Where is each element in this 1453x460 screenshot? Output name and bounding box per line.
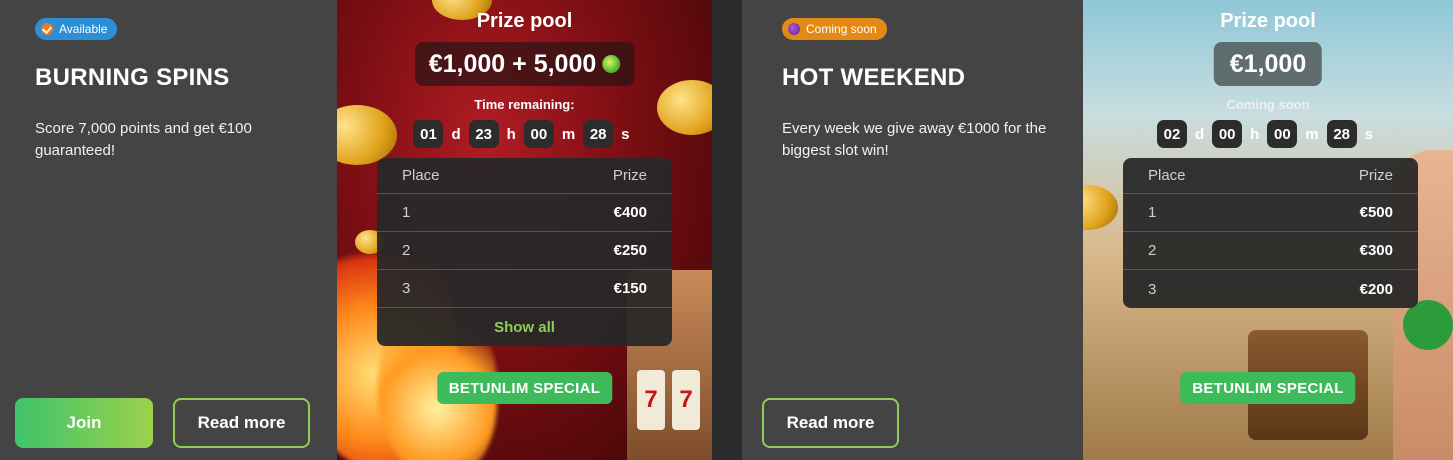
time-remaining-label: Time remaining: bbox=[474, 97, 575, 112]
prize-cell: €250 bbox=[613, 242, 647, 259]
place-cell: 3 bbox=[402, 280, 411, 297]
timer-seconds-unit: s bbox=[621, 125, 630, 143]
show-all-link[interactable]: Show all bbox=[377, 308, 672, 346]
tournament-cards-row: Available BURNING SPINS Score 7,000 poin… bbox=[0, 0, 1453, 460]
tournament-info-panel: Available BURNING SPINS Score 7,000 poin… bbox=[0, 0, 337, 460]
tournament-title: BURNING SPINS bbox=[35, 64, 230, 91]
timer-days: 02 bbox=[1156, 120, 1187, 148]
table-row: 3 €150 bbox=[377, 270, 672, 308]
tournament-description: Every week we give away €1000 for the bi… bbox=[782, 120, 1047, 159]
place-cell: 2 bbox=[1148, 242, 1157, 259]
prize-cell: €150 bbox=[613, 280, 647, 297]
countdown-timer: 01 d 23 h 00 m 28 s bbox=[337, 120, 712, 148]
slot-reel: 7 bbox=[672, 370, 700, 430]
timer-minutes: 00 bbox=[1267, 120, 1298, 148]
prize-cell: €400 bbox=[613, 204, 647, 221]
read-more-button[interactable]: Read more bbox=[173, 398, 310, 448]
table-row: 3 €200 bbox=[1123, 270, 1418, 308]
prize-pool-amount-text: €1,000 bbox=[1229, 49, 1307, 78]
gem-coin-icon bbox=[602, 55, 621, 73]
table-header-prize: Prize bbox=[1358, 167, 1393, 184]
prize-pool-amount-text: €1,000 + 5,000 bbox=[428, 49, 597, 78]
timer-minutes: 00 bbox=[523, 120, 554, 148]
join-button[interactable]: Join bbox=[15, 398, 153, 448]
status-badge-label: Available bbox=[59, 22, 108, 36]
status-badge: Coming soon bbox=[782, 18, 887, 40]
check-icon bbox=[41, 23, 53, 35]
prize-pool-amount: €1,000 bbox=[1213, 42, 1323, 86]
betunlim-special-badge: BETUNLIM SPECIAL bbox=[436, 372, 613, 404]
timer-seconds: 28 bbox=[583, 120, 614, 148]
coming-soon-label: Coming soon bbox=[1226, 97, 1310, 112]
tournament-card-hot-weekend: Coming soon HOT WEEKEND Every week we gi… bbox=[742, 0, 1453, 460]
status-badge: Available bbox=[35, 18, 118, 40]
tournament-card-burning-spins: Available BURNING SPINS Score 7,000 poin… bbox=[0, 0, 712, 460]
prize-cell: €300 bbox=[1359, 242, 1393, 259]
prize-pool-amount: €1,000 + 5,000 bbox=[414, 42, 635, 86]
tournament-banner: Prize pool €1,000 Coming soon 02 d 00 h … bbox=[1083, 0, 1453, 460]
card-gap bbox=[712, 0, 742, 460]
tournament-info-panel: Coming soon HOT WEEKEND Every week we gi… bbox=[742, 0, 1083, 460]
timer-days: 01 bbox=[413, 120, 444, 148]
betunlim-special-badge: BETUNLIM SPECIAL bbox=[1180, 372, 1356, 404]
place-cell: 1 bbox=[402, 204, 411, 221]
timer-seconds: 28 bbox=[1326, 120, 1357, 148]
prize-table: Place Prize 1 €400 2 €250 3 €150 Show al… bbox=[377, 158, 672, 346]
table-row: 1 €400 bbox=[377, 194, 672, 232]
table-row: 2 €250 bbox=[377, 232, 672, 270]
prize-cell: €500 bbox=[1359, 204, 1393, 221]
prize-pool-title: Prize pool bbox=[1220, 10, 1316, 32]
place-cell: 2 bbox=[402, 242, 411, 259]
table-header-prize: Prize bbox=[612, 167, 647, 184]
timer-seconds-unit: s bbox=[1364, 125, 1374, 143]
timer-hours-unit: h bbox=[506, 125, 516, 143]
timer-hours-unit: h bbox=[1250, 125, 1260, 143]
table-row: 1 €500 bbox=[1123, 194, 1418, 232]
timer-days-unit: d bbox=[451, 125, 461, 143]
timer-hours: 23 bbox=[468, 120, 499, 148]
bomb-icon bbox=[788, 23, 800, 35]
coin-decoration bbox=[1083, 185, 1118, 230]
table-header-place: Place bbox=[402, 167, 440, 184]
countdown-timer: 02 d 00 h 00 m 28 s bbox=[1083, 120, 1453, 148]
prize-cell: €200 bbox=[1359, 280, 1393, 298]
prize-pool-title: Prize pool bbox=[476, 10, 573, 32]
table-row: 2 €300 bbox=[1123, 232, 1418, 270]
status-badge-label: Coming soon bbox=[806, 22, 877, 36]
table-header-row: Place Prize bbox=[1123, 158, 1418, 194]
place-cell: 3 bbox=[1148, 280, 1157, 298]
read-more-button[interactable]: Read more bbox=[762, 398, 899, 448]
tournament-banner: 7 7 Prize pool €1,000 + 5,000 Time remai… bbox=[337, 0, 712, 460]
timer-days-unit: d bbox=[1194, 125, 1205, 143]
slot-reel: 7 bbox=[637, 370, 665, 430]
table-header-place: Place bbox=[1148, 167, 1186, 184]
tournament-description: Score 7,000 points and get €100 guarante… bbox=[35, 120, 252, 159]
table-header-row: Place Prize bbox=[377, 158, 672, 194]
timer-hours: 00 bbox=[1212, 120, 1243, 148]
timer-minutes-unit: m bbox=[561, 125, 576, 143]
tournament-title: HOT WEEKEND bbox=[782, 64, 966, 91]
place-cell: 1 bbox=[1148, 204, 1157, 221]
timer-minutes-unit: m bbox=[1305, 125, 1319, 143]
prize-table: Place Prize 1 €500 2 €300 3 €200 bbox=[1123, 158, 1418, 308]
